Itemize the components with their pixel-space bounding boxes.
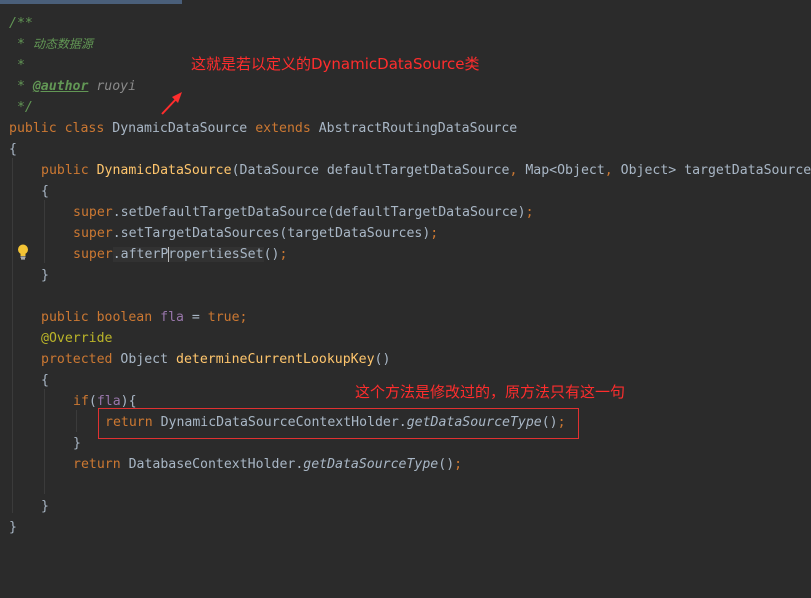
code-line: /** [9,16,33,31]
selection-highlight [0,0,182,4]
code-line: * @author ruoyi [9,79,137,94]
code-line: */ [9,100,33,115]
code-line: { [9,142,17,157]
code-line: super.setDefaultTargetDataSource(default… [73,205,534,220]
code-line: return DatabaseContextHolder.getDataSour… [73,457,463,472]
annotation-class-note: 这就是若以定义的DynamicDataSource类 [191,55,480,73]
code-line: * 动态数据源 [9,37,93,52]
code-line: super.setTargetDataSources(targetDataSou… [73,226,439,241]
indent-guide [44,389,45,494]
highlight-box [98,408,579,439]
code-line: { [41,184,49,199]
indent-guide [12,158,13,513]
indent-guide [44,200,45,263]
code-line-current: super.afterPropertiesSet(); [73,246,288,262]
code-line: protected Object determineCurrentLookupK… [41,352,391,367]
indent-guide [76,410,77,432]
code-editor[interactable]: /** * 动态数据源 * * @author ruoyi */ public … [0,0,811,598]
code-line: } [73,436,81,451]
code-line: @Override [41,331,113,346]
code-line: * [9,58,25,73]
code-line: public boolean fla = true; [41,310,248,325]
code-line: public DynamicDataSource(DataSource defa… [41,163,811,178]
code-line: public class DynamicDataSource extends A… [9,121,518,136]
code-line: } [41,268,49,283]
code-line: } [41,499,49,514]
arrow-icon [161,92,182,115]
annotation-method-note: 这个方法是修改过的，原方法只有这一句 [355,383,626,401]
lightbulb-icon[interactable] [17,244,29,260]
code-line: } [9,520,17,535]
code-line: { [41,373,49,388]
